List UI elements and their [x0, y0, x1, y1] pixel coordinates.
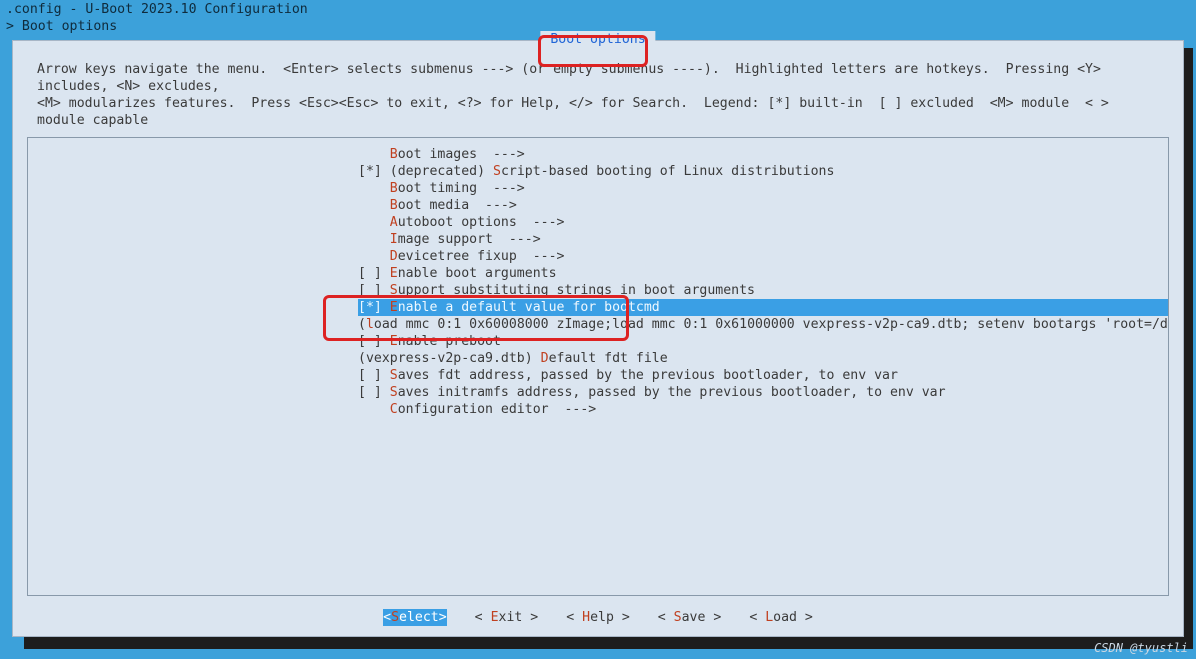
menu-item[interactable]: [*] Enable a default value for bootcmd	[358, 299, 1168, 316]
hotkey-letter: E	[390, 334, 398, 349]
save-button[interactable]: < Save >	[658, 609, 722, 626]
window-title: .config - U-Boot 2023.10 Configuration	[6, 2, 308, 17]
menu-box: Boot images --->[*] (deprecated) Script-…	[27, 137, 1169, 596]
help-line: Arrow keys navigate the menu. <Enter> se…	[37, 61, 1159, 95]
config-panel: Boot options Arrow keys navigate the men…	[12, 40, 1184, 637]
hotkey-letter: E	[390, 300, 398, 315]
menu-item[interactable]: [ ] Enable preboot	[358, 333, 1168, 350]
hotkey-letter: S	[390, 368, 398, 383]
menu-item[interactable]: Autoboot options --->	[358, 214, 1168, 231]
hotkey-letter: A	[390, 215, 398, 230]
help-line: <M> modularizes features. Press <Esc><Es…	[37, 95, 1159, 129]
menu-item[interactable]: [ ] Saves fdt address, passed by the pre…	[358, 367, 1168, 384]
panel-title: Boot options	[540, 31, 655, 48]
menu-item[interactable]: (load mmc 0:1 0x60008000 zImage;load mmc…	[358, 316, 1168, 333]
hotkey-letter: S	[493, 164, 501, 179]
button-bar[interactable]: <Select> < Exit > < Help > < Save > < Load >	[13, 609, 1183, 626]
menu-item[interactable]: Boot media --->	[358, 197, 1168, 214]
load-button[interactable]: < Load >	[749, 609, 813, 626]
menu-item[interactable]: [ ] Saves initramfs address, passed by t…	[358, 384, 1168, 401]
menu-item[interactable]: Configuration editor --->	[358, 401, 1168, 418]
menu-list[interactable]: Boot images --->[*] (deprecated) Script-…	[28, 146, 1168, 595]
hotkey-letter: B	[390, 147, 398, 162]
menu-item[interactable]: Boot images --->	[358, 146, 1168, 163]
hotkey-letter: S	[390, 385, 398, 400]
select-button[interactable]: <Select>	[383, 609, 447, 626]
hotkey-letter: D	[541, 351, 549, 366]
menu-item[interactable]: [ ] Enable boot arguments	[358, 265, 1168, 282]
menu-item[interactable]: Image support --->	[358, 231, 1168, 248]
menu-item[interactable]: Devicetree fixup --->	[358, 248, 1168, 265]
hotkey-letter: D	[390, 249, 398, 264]
hotkey-letter: l	[366, 317, 374, 332]
hotkey-letter: I	[390, 232, 398, 247]
menu-item[interactable]: [*] (deprecated) Script-based booting of…	[358, 163, 1168, 180]
watermark: CSDN @tyustli	[1094, 640, 1188, 657]
hotkey-letter: C	[390, 402, 398, 417]
help-button[interactable]: < Help >	[566, 609, 630, 626]
hotkey-letter: B	[390, 181, 398, 196]
menu-item[interactable]: Boot timing --->	[358, 180, 1168, 197]
menu-item[interactable]: [ ] Support substituting strings in boot…	[358, 282, 1168, 299]
menu-item[interactable]: (vexpress-v2p-ca9.dtb) Default fdt file	[358, 350, 1168, 367]
hotkey-letter: S	[390, 283, 398, 298]
hotkey-letter: B	[390, 198, 398, 213]
hotkey-letter: E	[390, 266, 398, 281]
exit-button[interactable]: < Exit >	[475, 609, 539, 626]
help-text: Arrow keys navigate the menu. <Enter> se…	[13, 41, 1183, 133]
